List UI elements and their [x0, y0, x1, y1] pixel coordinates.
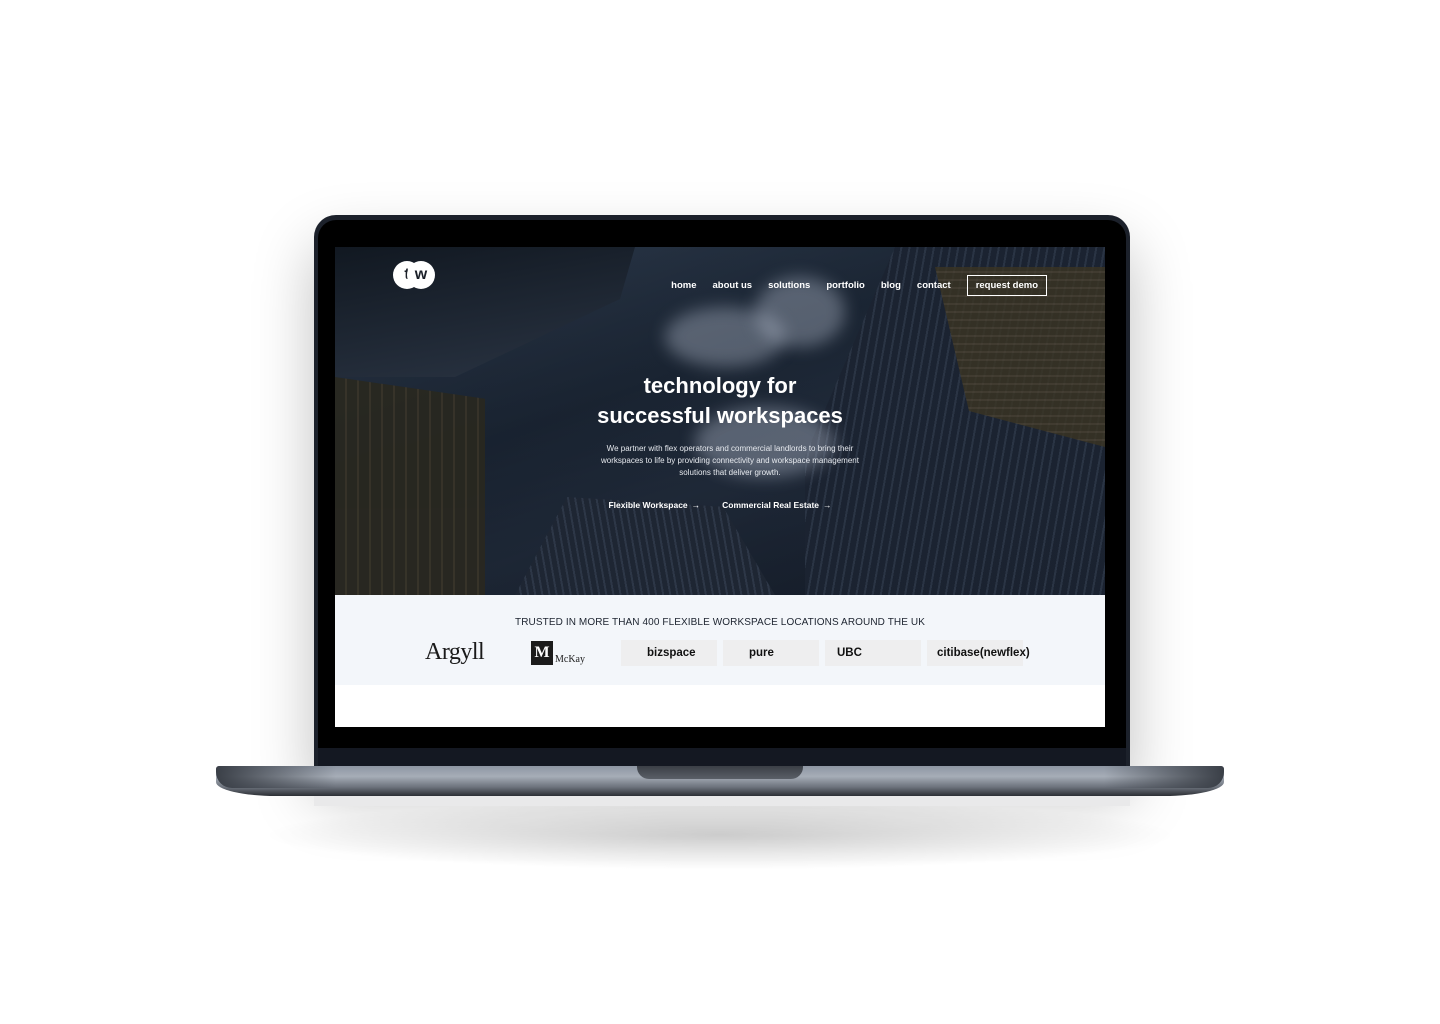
pure-logo: pure — [723, 639, 819, 666]
arrow-right-icon: → — [691, 500, 701, 510]
nav-solutions[interactable]: solutions — [768, 280, 810, 291]
request-demo-button[interactable]: request demo — [966, 275, 1047, 296]
hero-title: technology for successful workspaces — [335, 371, 1105, 431]
hero-subtitle: We partner with flex operators and comme… — [601, 444, 859, 477]
trusted-band: TRUSTED IN MORE THAN 400 FLEXIBLE WORKSP… — [335, 595, 1105, 685]
hero-title-line2: successful workspaces — [597, 403, 843, 428]
commercial-real-estate-label: Commercial Real Estate — [722, 500, 820, 510]
laptop-base-edge-left — [216, 766, 336, 788]
nav-about-us[interactable]: about us — [713, 280, 753, 291]
flexible-workspace-label: Flexible Workspace — [608, 500, 688, 510]
bizspace-logo: bizspace — [621, 639, 717, 666]
laptop-screen: t w home about us solutions portfolio bl… — [335, 247, 1105, 727]
laptop-base-edge-right — [1104, 766, 1224, 788]
argyll-logo: Argyll — [425, 639, 485, 665]
citibase-logo: citibase(newflex) — [927, 639, 1030, 666]
nav-blog[interactable]: blog — [881, 280, 901, 291]
mckay-logo: M McKay — [531, 640, 621, 665]
site-logo[interactable]: t w — [393, 261, 435, 289]
laptop-chin — [318, 748, 1126, 766]
hero-building-shape — [515, 497, 775, 595]
client-logos: Argyll M McKay bizspace pure UBC citibas… — [425, 639, 1030, 666]
mckay-mark: M — [531, 640, 553, 665]
ubc-logo: UBC — [825, 639, 921, 666]
nav-portfolio[interactable]: portfolio — [826, 280, 865, 291]
laptop-notch — [637, 766, 803, 779]
mckay-text: McKay — [555, 653, 585, 665]
nav-contact[interactable]: contact — [917, 280, 951, 291]
nav-home[interactable]: home — [671, 280, 696, 291]
hero-cta-row: Flexible Workspace → Commercial Real Esta… — [335, 500, 1105, 510]
commercial-real-estate-link[interactable]: Commercial Real Estate → — [722, 500, 831, 510]
flexible-workspace-link[interactable]: Flexible Workspace → — [608, 500, 700, 510]
hero-building-shape — [335, 247, 635, 377]
logo-mark-w: w — [407, 261, 435, 289]
main-nav: home about us solutions portfolio blog c… — [655, 275, 1047, 296]
hero-title-line1: technology for — [643, 373, 797, 398]
arrow-right-icon: → — [823, 500, 832, 510]
trusted-title: TRUSTED IN MORE THAN 400 FLEXIBLE WORKSP… — [515, 617, 925, 628]
floor-shadow — [260, 800, 1180, 870]
hero-section: t w home about us solutions portfolio bl… — [335, 247, 1105, 595]
